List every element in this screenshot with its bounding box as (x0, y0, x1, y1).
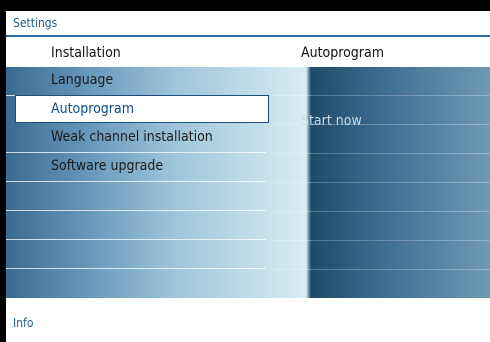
submenu-divider (271, 269, 490, 270)
menu-item-empty (6, 211, 266, 240)
menu-item-empty (6, 240, 266, 269)
menu-item-label: Software upgrade (51, 158, 164, 174)
submenu-divider (271, 153, 490, 154)
menu-item-label: Language (51, 72, 114, 88)
info-label: Info (13, 316, 34, 330)
submenu-item-start-now[interactable]: Start now (301, 113, 362, 129)
menu-item-software-upgrade[interactable]: Software upgrade (6, 153, 266, 182)
installation-menu: Language Autoprogram Weak channel instal… (6, 67, 269, 298)
submenu-divider (271, 182, 490, 183)
menu-item-empty (6, 182, 266, 211)
submenu-divider (271, 95, 490, 96)
header-divider (6, 35, 490, 37)
submenu-area (271, 67, 490, 298)
menu-panel: Language Autoprogram Weak channel instal… (6, 67, 490, 298)
autoprogram-column-title: Autoprogram (301, 45, 384, 61)
menu-item-label: Weak channel installation (51, 129, 213, 145)
menu-item-weak-channel-installation[interactable]: Weak channel installation (6, 124, 266, 153)
menu-item-language[interactable]: Language (6, 67, 266, 96)
submenu-divider (271, 211, 490, 212)
installation-column-title: Installation (51, 45, 121, 61)
settings-frame: Settings Installation Autoprogram Langua… (6, 11, 490, 342)
tv-settings-screen: Settings Installation Autoprogram Langua… (0, 0, 490, 342)
menu-item-autoprogram[interactable]: Autoprogram (15, 95, 269, 123)
submenu-divider (271, 240, 490, 241)
settings-title: Settings (13, 16, 58, 30)
menu-item-label: Autoprogram (51, 101, 134, 117)
